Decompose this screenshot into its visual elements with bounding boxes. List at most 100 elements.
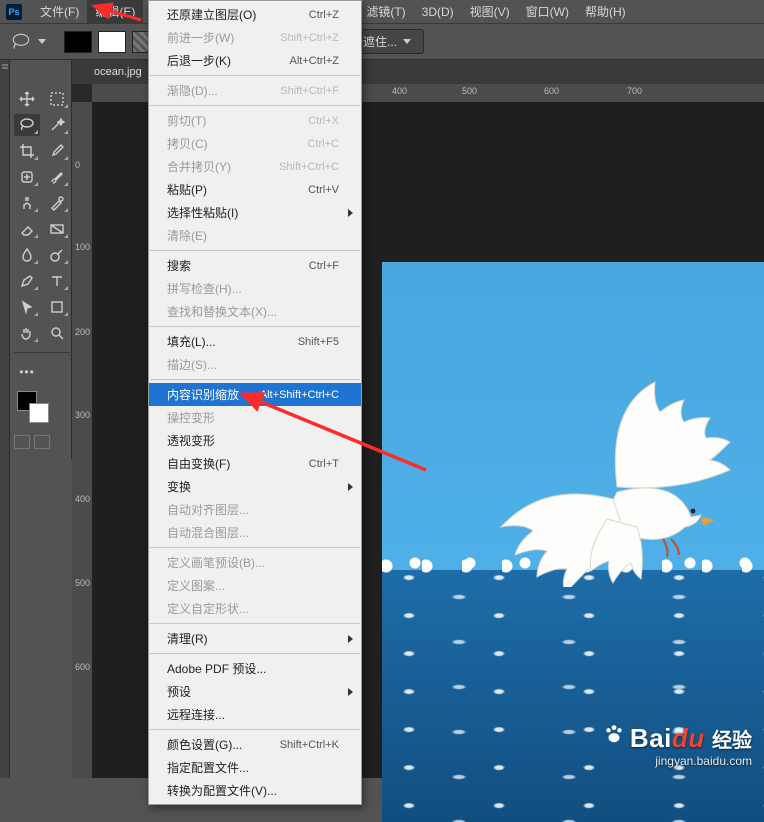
- menuitem-透视变形[interactable]: 透视变形: [149, 429, 361, 452]
- menu-3d[interactable]: 3D(D): [414, 1, 462, 23]
- menuitem-label: 远程连接...: [167, 706, 339, 723]
- options-bar: 选择并遮住...: [0, 24, 764, 60]
- tool-eraser[interactable]: [14, 218, 40, 240]
- tool-zoom[interactable]: [44, 322, 70, 344]
- tool-blur[interactable]: [14, 244, 40, 266]
- menuitem-前进一步W: 前进一步(W) Shift+Ctrl+Z: [149, 26, 361, 49]
- menuitem-剪切T: 剪切(T)Ctrl+X: [149, 109, 361, 132]
- menuitem-合并拷贝Y: 合并拷贝(Y) Shift+Ctrl+C: [149, 155, 361, 178]
- menu-filter[interactable]: 滤镜(T): [358, 0, 413, 24]
- tool-move[interactable]: [14, 88, 40, 110]
- tool-pen[interactable]: [14, 270, 40, 292]
- menu-view[interactable]: 视图(V): [462, 0, 518, 24]
- tool-path-select[interactable]: [14, 296, 40, 318]
- tool-gradient[interactable]: [44, 218, 70, 240]
- menuitem-shortcut: Shift+Ctrl+F: [280, 85, 339, 97]
- background-color[interactable]: [29, 403, 49, 423]
- menuitem-指定配置文件[interactable]: 指定配置文件...: [149, 756, 361, 779]
- menuitem-shortcut: Shift+F5: [298, 336, 339, 348]
- menuitem-清理R[interactable]: 清理(R): [149, 627, 361, 650]
- tool-magic-wand[interactable]: [44, 114, 70, 136]
- quickmask-icon[interactable]: [14, 435, 30, 449]
- menuitem-定义画笔预设B: 定义画笔预设(B)...: [149, 551, 361, 574]
- app-logo: Ps: [6, 4, 22, 20]
- menuitem-label: 拷贝(C): [167, 135, 298, 152]
- menuitem-shortcut: Shift+Ctrl+Z: [280, 32, 339, 44]
- menuitem-渐隐D: 渐隐(D)... Shift+Ctrl+F: [149, 79, 361, 102]
- menuitem-label: 定义图案...: [167, 577, 339, 594]
- image-bird: [497, 377, 747, 587]
- menuitem-操控变形: 操控变形: [149, 406, 361, 429]
- menuitem-shortcut: Alt+Shift+Ctrl+C: [260, 389, 339, 401]
- menuitem-label: 选择性粘贴(I): [167, 204, 339, 221]
- menuitem-还原建立图层O[interactable]: 还原建立图层(O)Ctrl+Z: [149, 3, 361, 26]
- menuitem-拼写检查H: 拼写检查(H)...: [149, 277, 361, 300]
- menuitem-label: 自由变换(F): [167, 455, 299, 472]
- menuitem-label: 定义自定形状...: [167, 600, 339, 617]
- tool-history-brush[interactable]: [44, 192, 70, 214]
- menuitem-label: 查找和替换文本(X)...: [167, 303, 339, 320]
- menuitem-label: 填充(L)...: [167, 333, 288, 350]
- menuitem-label: 清理(R): [167, 630, 339, 647]
- menuitem-转换为配置文件V[interactable]: 转换为配置文件(V)...: [149, 779, 361, 802]
- tool-type[interactable]: [44, 270, 70, 292]
- menuitem-label: 描边(S)...: [167, 356, 339, 373]
- edit-toolbar-icon[interactable]: •••: [14, 361, 40, 383]
- menuitem-label: 粘贴(P): [167, 181, 298, 198]
- mode-swatch-2[interactable]: [98, 31, 126, 53]
- tool-lasso[interactable]: [14, 114, 40, 136]
- menuitem-自由变换F[interactable]: 自由变换(F) Ctrl+T: [149, 452, 361, 475]
- menuitem-变换[interactable]: 变换: [149, 475, 361, 498]
- menuitem-shortcut: Ctrl+V: [308, 184, 339, 196]
- menuitem-清除E: 清除(E): [149, 224, 361, 247]
- tool-preset-dropdown-icon[interactable]: [38, 39, 46, 44]
- menuitem-搜索[interactable]: 搜索Ctrl+F: [149, 254, 361, 277]
- tool-dodge[interactable]: [44, 244, 70, 266]
- menuitem-label: 预设: [167, 683, 339, 700]
- lasso-icon: [10, 31, 32, 53]
- mode-swatch-1[interactable]: [64, 31, 92, 53]
- screen-mode-icons: [14, 431, 70, 449]
- tool-crop[interactable]: [14, 140, 40, 162]
- color-swatches[interactable]: [14, 391, 70, 427]
- tool-clone[interactable]: [14, 192, 40, 214]
- left-dock-strip: [0, 60, 10, 778]
- menu-window[interactable]: 窗口(W): [518, 0, 577, 24]
- menuitem-自动对齐图层: 自动对齐图层...: [149, 498, 361, 521]
- menuitem-Adobe-PDF-预设[interactable]: Adobe PDF 预设...: [149, 657, 361, 680]
- tool-spot-heal[interactable]: [14, 166, 40, 188]
- screenmode-icon[interactable]: [34, 435, 50, 449]
- tool-eyedropper[interactable]: [44, 140, 70, 162]
- tool-brush[interactable]: [44, 166, 70, 188]
- menuitem-shortcut: Shift+Ctrl+C: [279, 161, 339, 173]
- menuitem-后退一步K[interactable]: 后退一步(K)Alt+Ctrl+Z: [149, 49, 361, 72]
- tool-shape[interactable]: [44, 296, 70, 318]
- menuitem-粘贴P[interactable]: 粘贴(P) Ctrl+V: [149, 178, 361, 201]
- menuitem-label: 清除(E): [167, 227, 339, 244]
- edit-menu-dropdown[interactable]: 还原建立图层(O)Ctrl+Z 前进一步(W) Shift+Ctrl+Z 后退一步(K…: [148, 0, 362, 805]
- menuitem-shortcut: Ctrl+T: [309, 458, 339, 470]
- menuitem-选择性粘贴I[interactable]: 选择性粘贴(I): [149, 201, 361, 224]
- menuitem-label: 合并拷贝(Y): [167, 158, 269, 175]
- paw-icon: [603, 723, 625, 748]
- tool-marquee[interactable]: [44, 88, 70, 110]
- menuitem-预设[interactable]: 预设: [149, 680, 361, 703]
- toolbox: •••: [10, 60, 72, 459]
- menu-help[interactable]: 帮助(H): [577, 0, 634, 24]
- menuitem-定义图案: 定义图案...: [149, 574, 361, 597]
- menuitem-描边S: 描边(S)...: [149, 353, 361, 376]
- menuitem-shortcut: Ctrl+C: [308, 138, 339, 150]
- menu-edit[interactable]: 编辑(E): [87, 0, 143, 24]
- tool-hand[interactable]: [14, 322, 40, 344]
- menuitem-label: 前进一步(W): [167, 29, 270, 46]
- menu-file[interactable]: 文件(F): [32, 0, 87, 24]
- menuitem-远程连接[interactable]: 远程连接...: [149, 703, 361, 726]
- menuitem-内容识别缩放[interactable]: 内容识别缩放Alt+Shift+Ctrl+C: [149, 383, 361, 406]
- menuitem-label: 变换: [167, 478, 339, 495]
- menuitem-颜色设置G[interactable]: 颜色设置(G)...Shift+Ctrl+K: [149, 733, 361, 756]
- menuitem-label: 拼写检查(H)...: [167, 280, 339, 297]
- menuitem-查找和替换文本X: 查找和替换文本(X)...: [149, 300, 361, 323]
- menuitem-label: 渐隐(D)...: [167, 82, 270, 99]
- chevron-down-icon: [403, 39, 411, 44]
- menuitem-填充L[interactable]: 填充(L)... Shift+F5: [149, 330, 361, 353]
